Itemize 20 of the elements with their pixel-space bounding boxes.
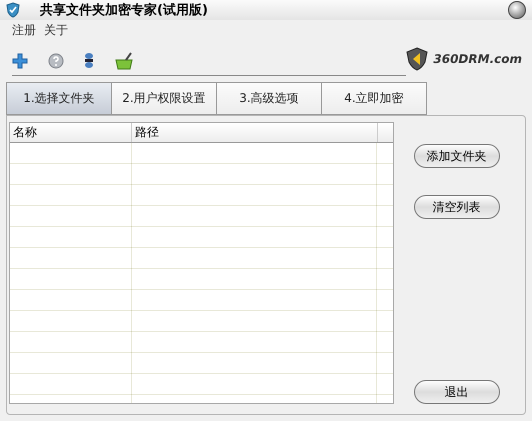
tab[interactable]: 2.用户权限设置 bbox=[112, 82, 217, 115]
action-button[interactable]: 清空列表 bbox=[414, 195, 500, 219]
column-header[interactable]: 路径 bbox=[132, 123, 378, 142]
basket-icon[interactable] bbox=[114, 52, 134, 70]
database-icon[interactable] bbox=[84, 52, 94, 70]
window-title: 共享文件夹加密专家(试用版) bbox=[40, 2, 208, 19]
column-header[interactable]: 名称 bbox=[10, 123, 132, 142]
menu-item[interactable]: 注册 bbox=[12, 22, 36, 38]
menu-item[interactable]: 关于 bbox=[44, 22, 68, 38]
close-button[interactable] bbox=[508, 1, 526, 19]
logo-text: 360DRM.com bbox=[433, 52, 522, 66]
tab[interactable]: 3.高级选项 bbox=[217, 82, 322, 115]
exit-button[interactable]: 退出 bbox=[414, 380, 500, 404]
shield-icon bbox=[6, 2, 20, 18]
tab[interactable]: 1.选择文件夹 bbox=[6, 82, 112, 115]
tab[interactable]: 4.立即加密 bbox=[322, 82, 427, 115]
plus-icon[interactable] bbox=[12, 52, 28, 68]
shield-logo-icon bbox=[406, 47, 428, 71]
help-icon[interactable] bbox=[48, 52, 64, 68]
action-button[interactable]: 添加文件夹 bbox=[414, 144, 500, 168]
